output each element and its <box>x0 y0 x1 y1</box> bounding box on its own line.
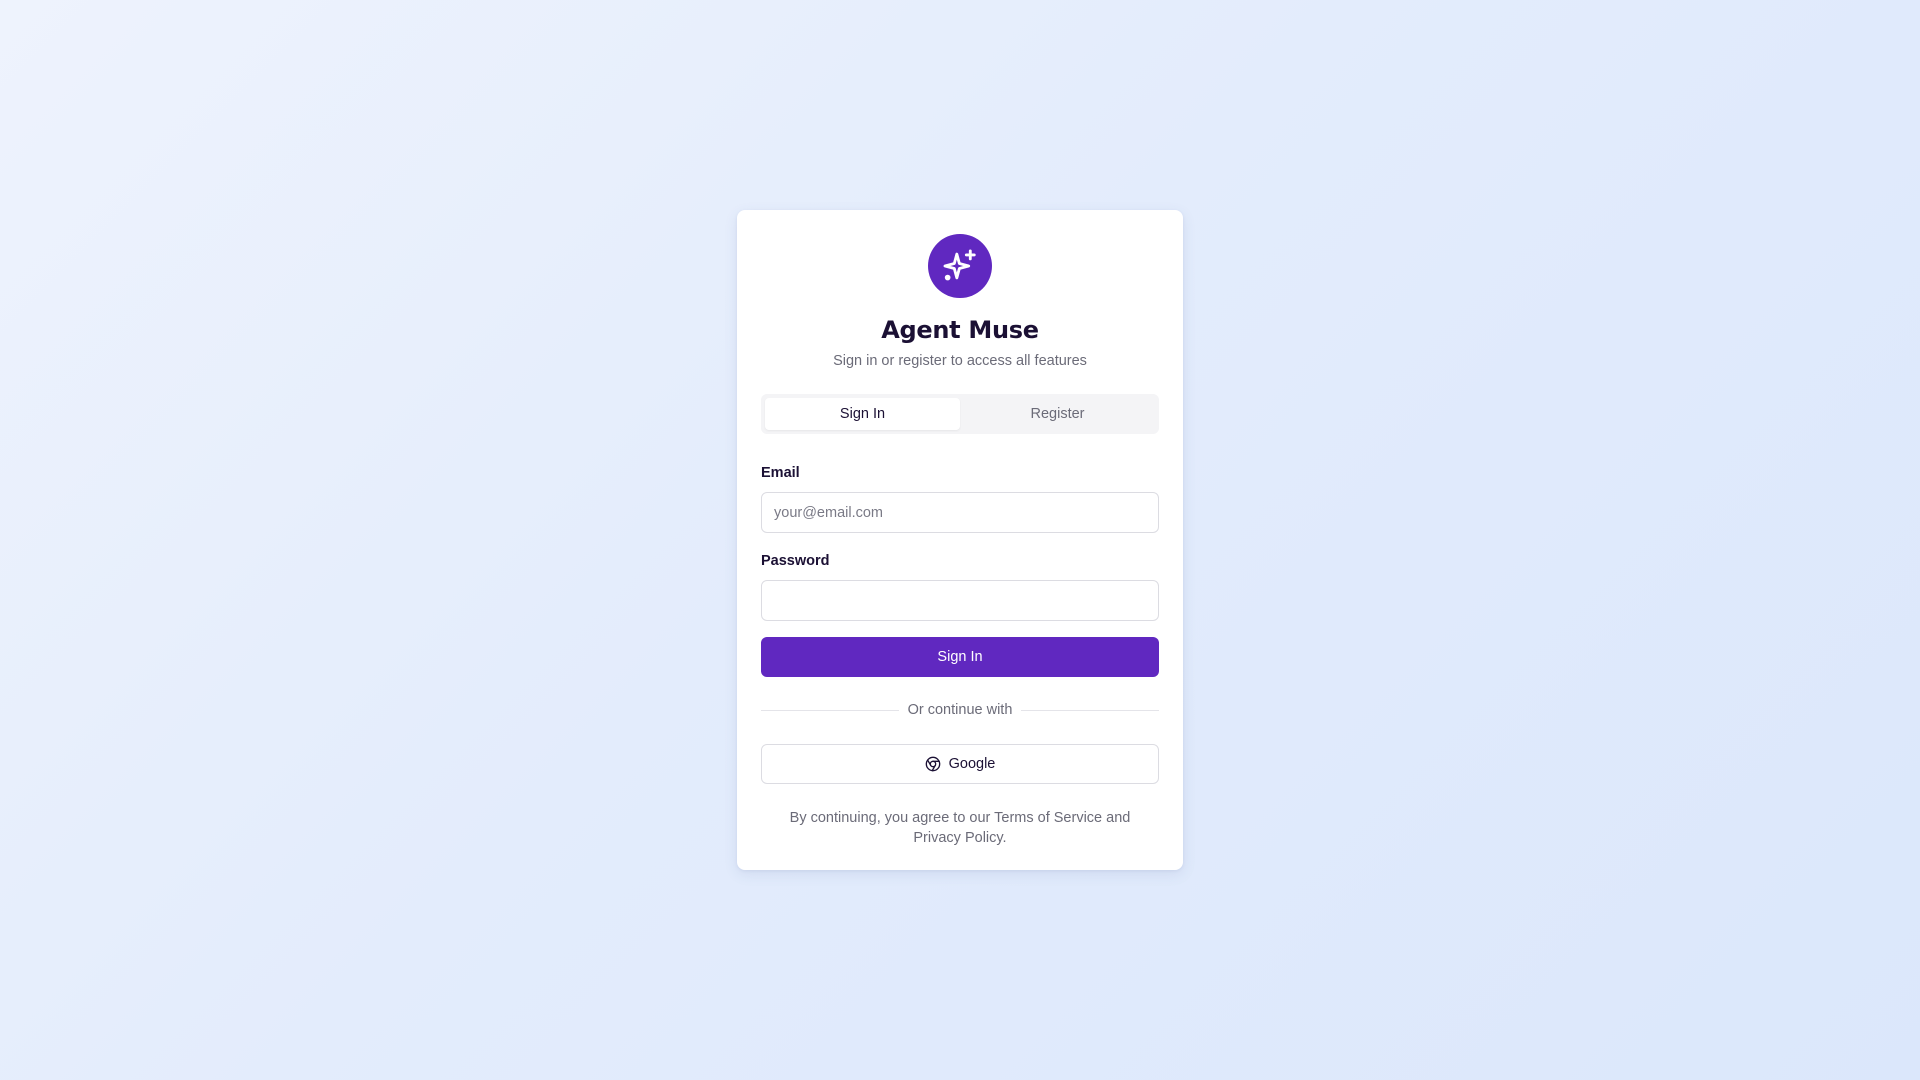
password-field[interactable] <box>761 580 1159 621</box>
sparkles-icon <box>943 249 976 281</box>
chrome-icon <box>925 756 941 772</box>
app-title: Agent Muse <box>881 316 1039 344</box>
tab-register[interactable]: Register <box>960 398 1155 430</box>
google-sign-in-button[interactable]: Google <box>761 744 1159 784</box>
divider-text: Or continue with <box>907 702 1013 718</box>
auth-card: Agent Muse Sign in or register to access… <box>737 210 1183 870</box>
divider: Or continue with <box>761 701 1159 719</box>
auth-tabs: Sign In Register <box>761 394 1159 434</box>
sign-in-button[interactable]: Sign In <box>761 637 1159 677</box>
tab-sign-in[interactable]: Sign In <box>765 398 960 430</box>
password-label: Password <box>761 553 830 569</box>
app-subtitle: Sign in or register to access all featur… <box>833 353 1087 369</box>
google-button-label: Google <box>948 756 996 772</box>
divider-line-left <box>761 709 899 711</box>
terms-text: By continuing, you agree to our Terms of… <box>789 810 1131 846</box>
email-label: Email <box>761 465 800 481</box>
email-field[interactable] <box>761 492 1159 533</box>
logo <box>928 234 992 298</box>
divider-line-right <box>1021 709 1159 711</box>
